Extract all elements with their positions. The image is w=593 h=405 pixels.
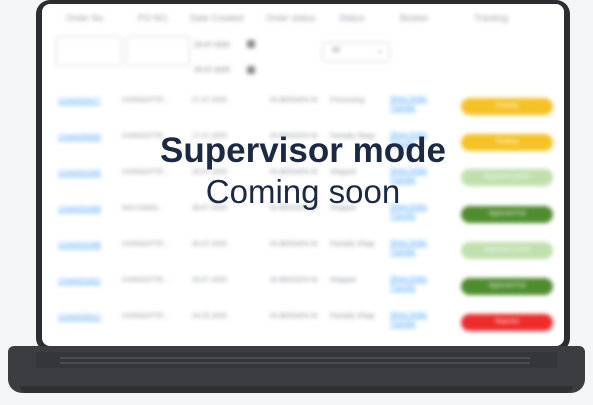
booker-link[interactable]: Show Order Transfer xyxy=(390,311,440,329)
laptop-frame: Order No. PO NO. Date Created Order stat… xyxy=(0,0,593,405)
po-no-cell: CHINGOTTE... xyxy=(122,241,170,248)
overlay-title: Supervisor mode xyxy=(160,131,446,170)
chevron-down-icon: ⌄ xyxy=(376,45,384,55)
keyboard-deck xyxy=(36,352,557,368)
booker-link[interactable]: Show Order Transfer xyxy=(390,275,440,293)
order-no-link[interactable]: 14184200477 xyxy=(58,97,101,106)
order-no-link[interactable]: 14184202496 xyxy=(58,241,101,250)
status-cell: Processing xyxy=(330,97,365,104)
po-no-cell: CHINGOTTE... xyxy=(122,97,170,104)
status-cell: Shipped xyxy=(330,277,356,284)
order-status-cell: IN BERGEN IN xyxy=(270,313,318,320)
tracking-badge[interactable]: Rejected xyxy=(461,314,553,331)
laptop-front-edge xyxy=(20,386,573,393)
coming-soon-overlay: Supervisor mode Coming soon xyxy=(42,130,564,212)
order-status-cell: IN BERGEN IN xyxy=(270,97,318,104)
date-cell: 27.07.2025 xyxy=(192,97,228,104)
order-status-cell: IN BERGEN IN xyxy=(270,277,318,284)
booker-link[interactable]: Show Order Transfer xyxy=(390,95,440,113)
po-no-filter[interactable] xyxy=(126,36,190,66)
date-from-value[interactable]: 25-07-2025 xyxy=(194,42,230,49)
tracking-badge[interactable]: Approved Full xyxy=(461,278,553,295)
po-no-cell: CHINGOTTE... xyxy=(122,313,170,320)
column-header: Tracking xyxy=(474,13,509,23)
order-status-cell: IN BERGEN IN xyxy=(270,241,318,248)
column-header: Status xyxy=(339,13,365,23)
order-no-filter[interactable] xyxy=(56,36,122,66)
keyboard-keys xyxy=(60,362,530,364)
booker-link[interactable]: Show Order Transfer xyxy=(390,239,440,257)
overlay-subtitle: Coming soon xyxy=(205,173,401,210)
column-header: Order No. xyxy=(66,13,106,23)
calendar-icon[interactable] xyxy=(247,40,255,48)
column-header: PO NO. xyxy=(138,13,170,23)
order-no-link[interactable]: 14184201821 xyxy=(58,277,101,286)
column-header: Order status xyxy=(266,13,316,23)
po-no-cell: CHINGOTTE... xyxy=(122,277,170,284)
date-to-value[interactable]: 25-07-2025 xyxy=(194,67,230,74)
date-cell: 28.07.2025 xyxy=(192,277,228,284)
column-header: Booker xyxy=(400,13,429,23)
status-cell: Partially Shipp xyxy=(330,313,375,320)
order-no-link[interactable]: 14184200512 xyxy=(58,313,101,322)
date-cell: 30.07.2025 xyxy=(192,241,228,248)
tracking-badge[interactable]: Approved Cancel xyxy=(461,242,553,259)
keyboard-keys xyxy=(60,357,530,359)
tracking-badge[interactable]: Pending xyxy=(461,98,553,115)
calendar-icon[interactable] xyxy=(247,66,255,74)
status-cell: Partially Shipp xyxy=(330,241,375,248)
date-cell: 24.05.2025 xyxy=(192,313,228,320)
column-header: Date Created xyxy=(190,13,244,23)
status-select-value: All xyxy=(332,47,340,54)
